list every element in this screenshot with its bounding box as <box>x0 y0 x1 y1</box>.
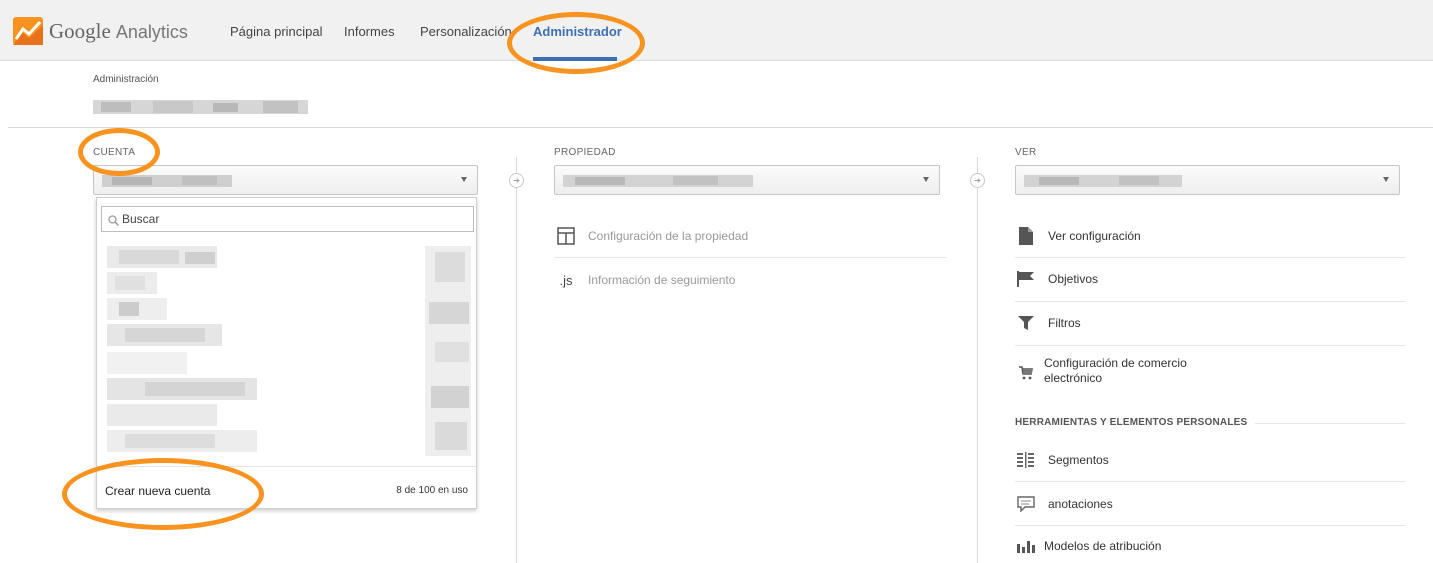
view-settings-link[interactable]: Ver configuración <box>1016 226 1141 246</box>
layout-icon <box>556 226 576 246</box>
divider <box>1015 525 1405 526</box>
filter-icon <box>1016 313 1036 333</box>
search-icon <box>108 213 120 231</box>
filters-link[interactable]: Filtros <box>1016 313 1081 333</box>
google-analytics-logo[interactable]: Google Analytics <box>13 16 188 46</box>
nav-active-indicator <box>533 57 617 61</box>
view-select-redacted <box>1024 175 1182 187</box>
account-list-redacted[interactable] <box>105 242 471 458</box>
logo-text: Google Analytics <box>49 18 188 43</box>
segments-icon <box>1016 450 1036 470</box>
js-icon: .js <box>559 272 573 288</box>
divider <box>1015 257 1405 258</box>
account-search-box[interactable] <box>101 206 474 232</box>
nav-reports[interactable]: Informes <box>344 24 395 39</box>
goals-link[interactable]: Objetivos <box>1016 269 1098 289</box>
account-dropdown: Crear nueva cuenta 8 de 100 en uso <box>96 197 477 509</box>
account-dropdown-footer: Crear nueva cuenta 8 de 100 en uso <box>97 466 476 509</box>
nav-admin[interactable]: Administrador <box>533 24 622 39</box>
annotations-label: anotaciones <box>1048 497 1113 511</box>
property-settings-label: Configuración de la propiedad <box>588 229 749 243</box>
divider <box>1015 481 1405 482</box>
filters-label: Filtros <box>1048 316 1081 330</box>
attribution-models-link[interactable]: Modelos de atribución <box>1016 536 1161 556</box>
annotations-link[interactable]: anotaciones <box>1016 494 1113 514</box>
breadcrumb: Administración <box>93 74 159 85</box>
document-icon <box>1016 226 1036 246</box>
chevron-down-icon <box>461 177 467 182</box>
property-select[interactable] <box>554 165 940 195</box>
cart-icon <box>1016 363 1036 383</box>
view-select[interactable] <box>1015 165 1400 195</box>
account-name-redacted <box>93 100 308 114</box>
header-divider <box>8 127 1433 128</box>
account-usage-count: 8 de 100 en uso <box>396 485 468 496</box>
segments-link[interactable]: Segmentos <box>1016 450 1109 470</box>
nav-home[interactable]: Página principal <box>230 24 323 39</box>
divider <box>1015 301 1405 302</box>
chevron-down-icon <box>923 177 929 182</box>
heading-rule <box>1255 423 1405 424</box>
comment-icon <box>1016 494 1036 514</box>
ecommerce-settings-link[interactable]: Configuración de comercio electrónico <box>1016 356 1187 386</box>
bar-chart-icon <box>1016 536 1036 556</box>
view-settings-label: Ver configuración <box>1048 229 1141 243</box>
analytics-logo-icon <box>13 17 43 45</box>
segments-label: Segmentos <box>1048 453 1109 467</box>
goals-label: Objetivos <box>1048 272 1099 286</box>
divider <box>554 257 946 258</box>
property-select-redacted <box>563 175 753 187</box>
account-search-input[interactable] <box>122 210 462 228</box>
tools-heading: HERRAMIENTAS Y ELEMENTOS PERSONALES <box>1015 417 1248 428</box>
account-select[interactable] <box>93 165 478 195</box>
property-column-label: PROPIEDAD <box>554 147 616 158</box>
flag-icon <box>1016 269 1036 289</box>
attribution-models-label: Modelos de atribución <box>1044 539 1162 553</box>
account-column-label: CUENTA <box>93 147 136 158</box>
arrow-right-icon: ➔ <box>509 173 524 188</box>
chevron-down-icon <box>1383 177 1389 182</box>
tracking-info-link[interactable]: .js Información de seguimiento <box>556 270 736 290</box>
arrow-right-icon: ➔ <box>970 173 985 188</box>
tracking-info-label: Información de seguimiento <box>588 273 736 287</box>
create-account-button[interactable]: Crear nueva cuenta <box>105 484 210 498</box>
ecommerce-settings-label: Configuración de comercio electrónico <box>1044 356 1187 385</box>
column-separator <box>516 157 517 563</box>
view-column-label: VER <box>1015 147 1037 158</box>
nav-customization[interactable]: Personalización <box>420 24 512 39</box>
account-select-redacted <box>102 175 232 187</box>
property-settings-link[interactable]: Configuración de la propiedad <box>556 226 748 246</box>
top-bar: Google Analytics Página principal Informe… <box>0 0 1433 61</box>
column-separator <box>977 157 978 563</box>
divider <box>1015 345 1405 346</box>
